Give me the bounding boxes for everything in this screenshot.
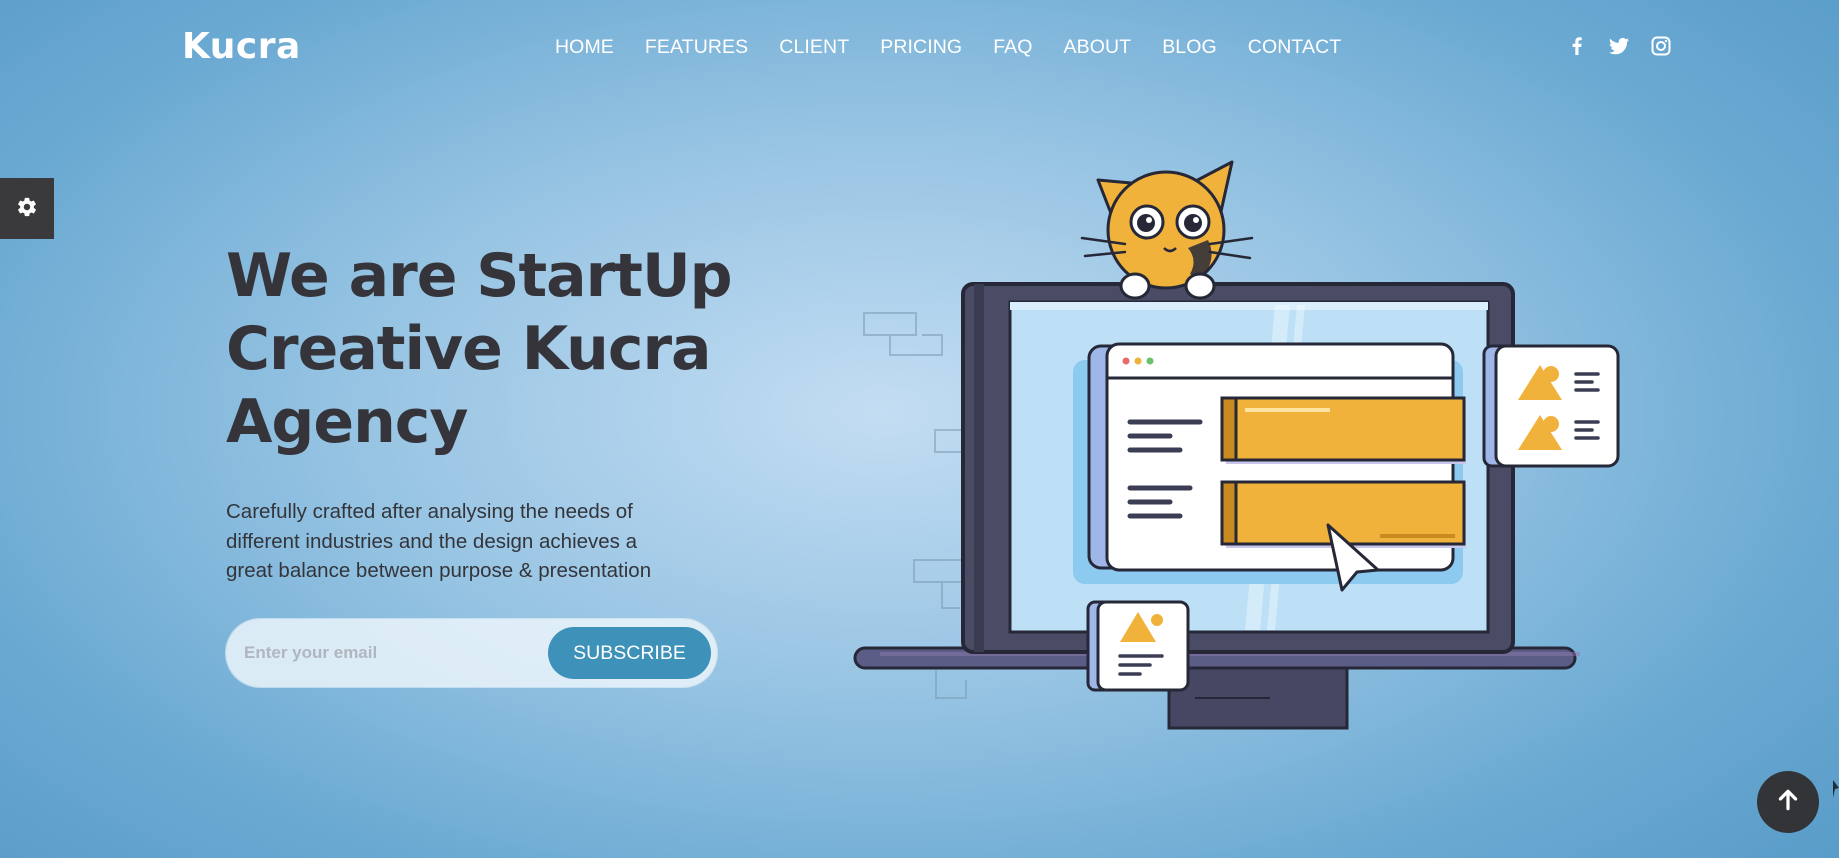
hero-description-line: great balance between purpose & presenta… [226,559,652,582]
gear-icon [16,196,38,222]
nav-about[interactable]: ABOUT [1064,36,1132,59]
hero-title-line: Creative Kucra [226,314,712,384]
social-links [1565,34,1673,58]
nav-pricing[interactable]: PRICING [880,36,962,59]
nav-features[interactable]: FEATURES [645,36,748,59]
main-nav: HOME FEATURES CLIENT PRICING FAQ ABOUT B… [555,36,1372,59]
floating-card [1096,600,1190,692]
hero-title-line: Agency [226,387,468,457]
hero-title-line: We are StartUp [226,241,733,311]
subscribe-button[interactable]: SUBSCRIBE [548,627,711,679]
laptop-cat-illustration [853,160,1620,730]
yellow-bar [1220,396,1466,462]
facebook-icon[interactable] [1565,34,1589,58]
twitter-icon[interactable] [1607,34,1631,58]
hero-illustration [850,160,1630,740]
nav-client[interactable]: CLIENT [779,36,849,59]
nav-contact[interactable]: CONTACT [1248,36,1342,59]
settings-toggle-button[interactable] [0,178,54,239]
nav-blog[interactable]: BLOG [1162,36,1217,59]
mouse-cursor-icon [1833,780,1839,798]
cat-mascot [1080,160,1254,300]
hero-description-line: Carefully crafted after analysing the ne… [226,500,633,523]
hero-title: We are StartUp Creative Kucra Agency [226,240,786,459]
nav-faq[interactable]: FAQ [993,36,1032,59]
back-to-top-button[interactable] [1757,771,1819,833]
hero-description-line: different industries and the design achi… [226,529,638,553]
nav-home[interactable]: HOME [555,36,614,59]
email-input[interactable] [244,619,544,687]
arrow-up-icon [1775,787,1801,817]
wireframe-decoration [863,312,968,699]
subscribe-form: SUBSCRIBE [226,619,717,687]
instagram-icon[interactable] [1649,34,1673,58]
hero-description: Carefully crafted after analysing the ne… [226,497,726,586]
brand-logo[interactable]: Kucra [182,26,301,67]
